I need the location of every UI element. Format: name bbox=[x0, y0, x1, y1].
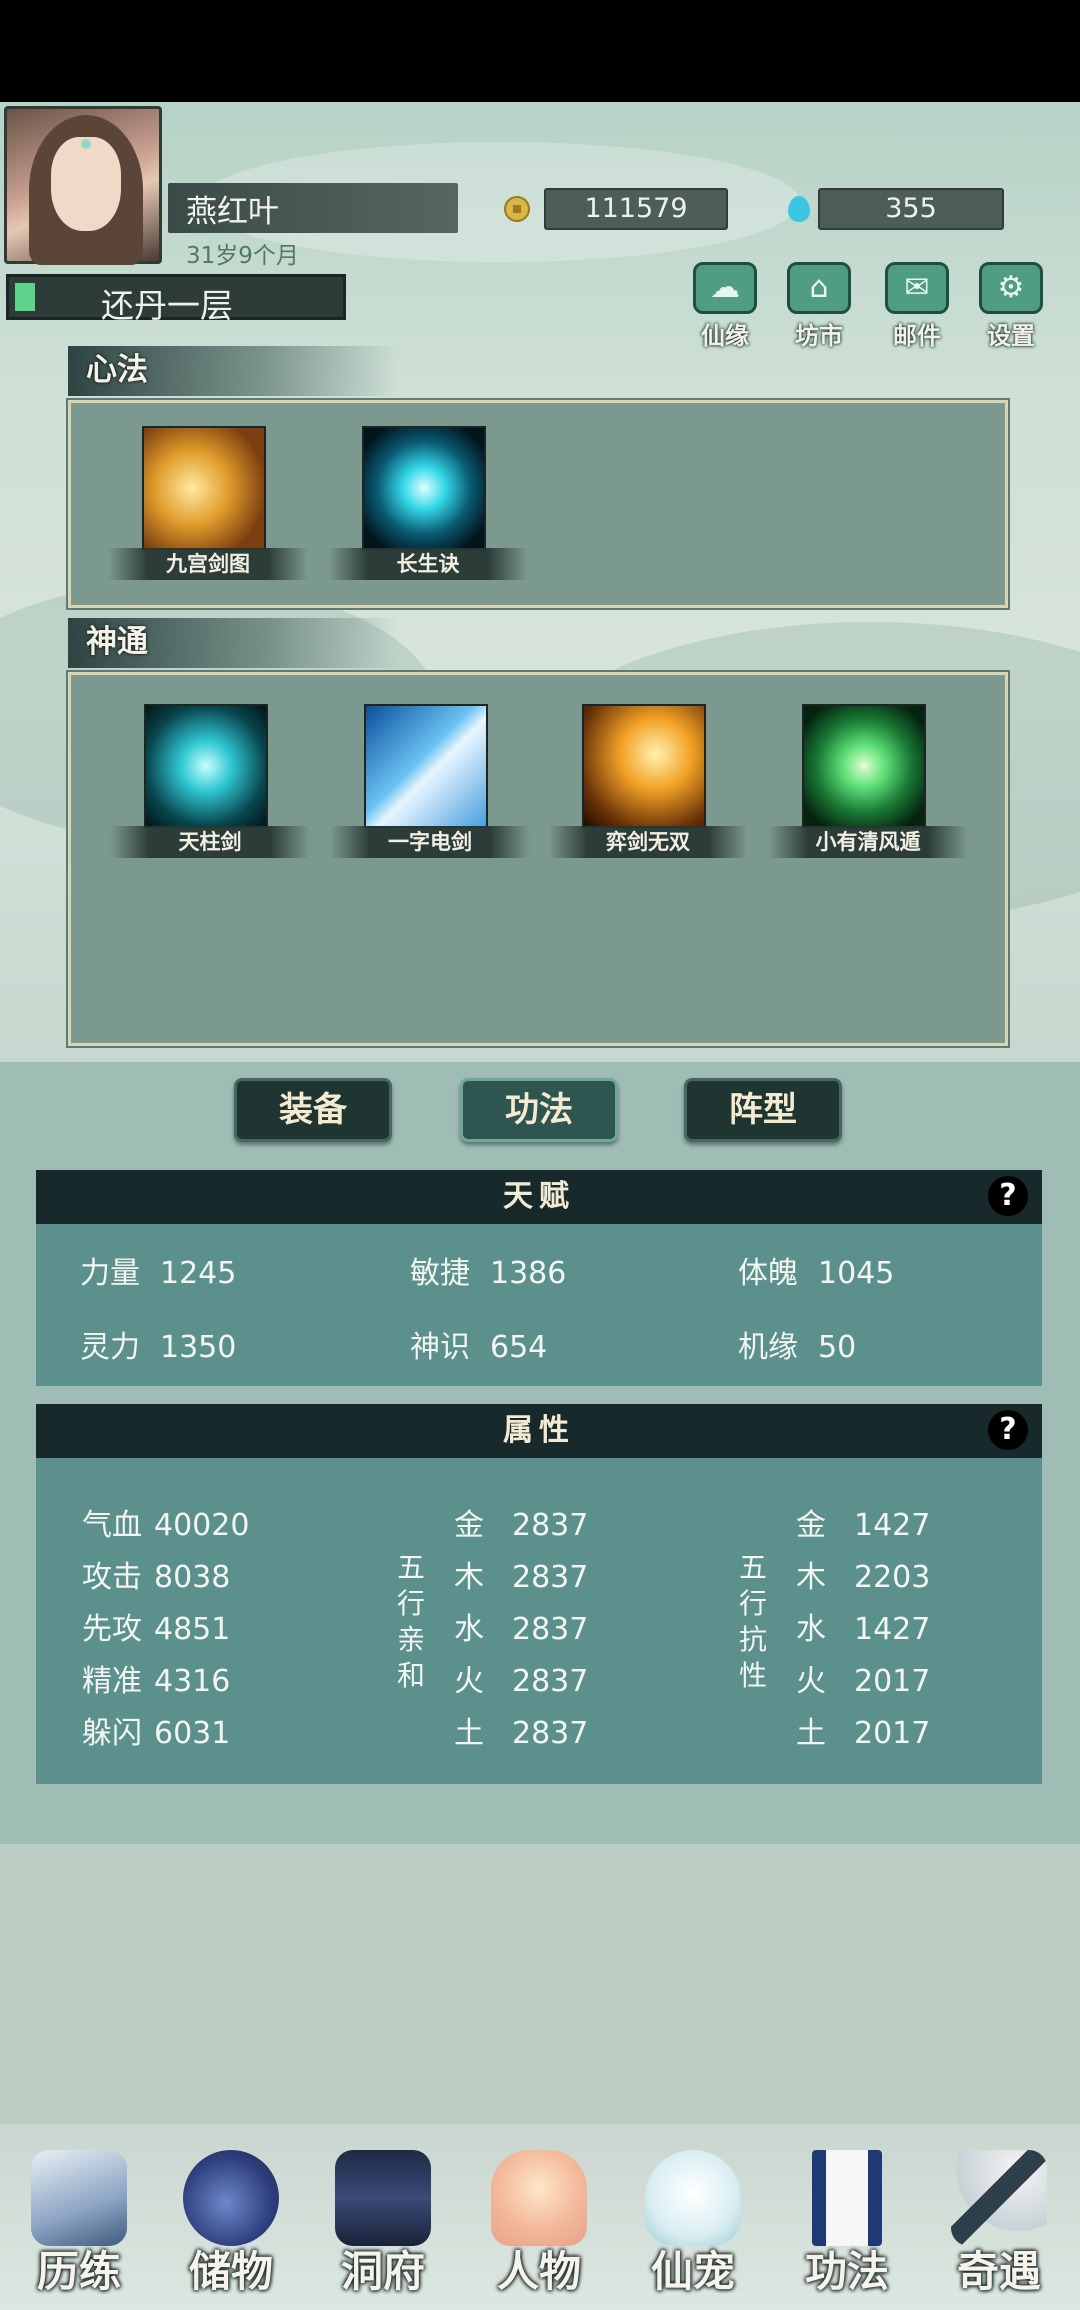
attributes-title: 属性 bbox=[36, 1404, 1042, 1458]
nav-pet[interactable]: 仙宠 bbox=[618, 2150, 768, 2300]
affinity-fire: 火 2837 bbox=[454, 1664, 589, 1699]
talent-title: 天赋 bbox=[36, 1170, 1042, 1224]
pavilion-icon bbox=[335, 2150, 431, 2246]
shentong-skill-4[interactable]: 小有清风遁 bbox=[768, 704, 968, 858]
resist-metal: 金 1427 bbox=[796, 1508, 931, 1543]
talent-panel: 天赋 ? 力量 1245 敏捷 1386 体魄 1045 灵力 1350 神识 654 机… bbox=[36, 1170, 1042, 1386]
skill-name: 长生诀 bbox=[328, 548, 528, 580]
menu-fangshi-label: 坊市 bbox=[795, 322, 843, 350]
player-age: 31岁9个月 bbox=[186, 243, 299, 269]
character-icon bbox=[491, 2150, 587, 2246]
mail-icon: ✉ bbox=[885, 262, 949, 314]
orb-skill-icon bbox=[362, 426, 486, 550]
nav-techniques[interactable]: 功法 bbox=[772, 2150, 922, 2300]
resist-fire: 火 2017 bbox=[796, 1664, 931, 1699]
nav-character[interactable]: 人物 bbox=[464, 2150, 614, 2300]
skill-name: 九宫剑图 bbox=[108, 548, 308, 580]
affinity-metal: 金 2837 bbox=[454, 1508, 589, 1543]
market-icon: ⌂ bbox=[787, 262, 851, 314]
gear-icon: ⚙ bbox=[979, 262, 1043, 314]
menu-mail-label: 邮件 bbox=[893, 322, 941, 350]
attr-attack: 攻击 8038 bbox=[82, 1560, 231, 1595]
affinity-earth: 土 2837 bbox=[454, 1716, 589, 1751]
ghost-pet-icon bbox=[645, 2150, 741, 2246]
attr-accuracy: 精准 4316 bbox=[82, 1664, 231, 1699]
nav-techniques-label: 功法 bbox=[804, 2247, 889, 2296]
menu-xianyuan-label: 仙缘 bbox=[701, 322, 749, 350]
attr-initiative: 先攻 4851 bbox=[82, 1612, 231, 1647]
menu-mail[interactable]: ✉ 邮件 bbox=[876, 262, 958, 352]
shentong-skill-3[interactable]: 弈剑无双 bbox=[548, 704, 748, 858]
nav-training[interactable]: 历练 bbox=[4, 2150, 154, 2300]
skill-name: 一字电剑 bbox=[330, 826, 530, 858]
nav-storage-label: 储物 bbox=[188, 2247, 273, 2296]
nav-cave[interactable]: 洞府 bbox=[308, 2150, 458, 2300]
affinity-water: 水 2837 bbox=[454, 1612, 589, 1647]
stat-agility: 敏捷 1386 bbox=[410, 1256, 567, 1291]
nav-storage[interactable]: 储物 bbox=[156, 2150, 306, 2300]
resist-earth: 土 2017 bbox=[796, 1716, 931, 1751]
scroll-icon bbox=[812, 2150, 882, 2246]
menu-settings-label: 设置 bbox=[987, 322, 1035, 350]
brush-icon bbox=[951, 2150, 1047, 2246]
skill-name: 天柱剑 bbox=[110, 826, 310, 858]
stat-perception: 神识 654 bbox=[410, 1330, 548, 1365]
status-bar bbox=[0, 0, 1080, 102]
menu-settings[interactable]: ⚙ 设置 bbox=[970, 262, 1052, 352]
nav-cave-label: 洞府 bbox=[340, 2247, 425, 2296]
xinfa-skill-1[interactable]: 九宫剑图 bbox=[108, 426, 308, 580]
xinfa-title: 心法 bbox=[68, 346, 398, 396]
stat-physique: 体魄 1045 bbox=[738, 1256, 895, 1291]
nav-adventure[interactable]: 奇遇 bbox=[924, 2150, 1074, 2300]
mountain-icon bbox=[31, 2150, 127, 2246]
flying-swords-icon bbox=[582, 704, 706, 828]
tab-skills[interactable]: 功法 bbox=[460, 1078, 618, 1142]
spirit-stone-icon bbox=[788, 196, 810, 222]
skill-name: 弈剑无双 bbox=[548, 826, 748, 858]
gem-amount: 355 bbox=[818, 188, 1004, 230]
pillar-sword-icon bbox=[144, 704, 268, 828]
realm-bar: 还丹一层 bbox=[6, 274, 346, 325]
attr-evasion: 躲闪 6031 bbox=[82, 1716, 231, 1751]
sword-skill-icon bbox=[142, 426, 266, 550]
lightning-sword-icon bbox=[364, 704, 488, 828]
shentong-title: 神通 bbox=[68, 618, 398, 668]
talent-help-icon[interactable]: ? bbox=[988, 1176, 1028, 1216]
stat-strength: 力量 1245 bbox=[80, 1256, 237, 1291]
shentong-skill-2[interactable]: 一字电剑 bbox=[330, 704, 530, 858]
nav-adventure-label: 奇遇 bbox=[956, 2247, 1041, 2296]
attr-hp: 气血 40020 bbox=[82, 1508, 250, 1543]
resist-water: 水 1427 bbox=[796, 1612, 931, 1647]
tab-formation[interactable]: 阵型 bbox=[684, 1078, 842, 1142]
skill-name: 小有清风遁 bbox=[768, 826, 968, 858]
coin-amount: 111579 bbox=[544, 188, 728, 230]
nav-pet-label: 仙宠 bbox=[650, 2247, 735, 2296]
attributes-panel: 属性 ? 气血 40020 攻击 8038 先攻 4851 精准 4316 躲闪 6031… bbox=[36, 1404, 1042, 1784]
avatar[interactable] bbox=[4, 106, 162, 265]
shentong-skill-1[interactable]: 天柱剑 bbox=[110, 704, 310, 858]
realm-progress-fill bbox=[15, 283, 35, 311]
resist-label: 五 行 抗 性 bbox=[738, 1551, 767, 1692]
nav-training-label: 历练 bbox=[36, 2247, 121, 2296]
affinity-wood: 木 2837 bbox=[454, 1560, 589, 1595]
tab-equipment[interactable]: 装备 bbox=[234, 1078, 392, 1142]
xinfa-skill-2[interactable]: 长生诀 bbox=[328, 426, 528, 580]
resist-wood: 木 2203 bbox=[796, 1560, 931, 1595]
stat-spirit: 灵力 1350 bbox=[80, 1330, 237, 1365]
menu-xianyuan[interactable]: ☁ 仙缘 bbox=[684, 262, 766, 352]
realm-label: 还丹一层 bbox=[101, 286, 233, 325]
pouch-icon bbox=[183, 2150, 279, 2246]
player-name: 燕红叶 bbox=[186, 194, 279, 230]
coin-icon bbox=[504, 196, 530, 222]
menu-fangshi[interactable]: ⌂ 坊市 bbox=[778, 262, 860, 352]
attributes-help-icon[interactable]: ? bbox=[988, 1410, 1028, 1450]
cloud-icon: ☁ bbox=[693, 262, 757, 314]
stat-fortune: 机缘 50 bbox=[738, 1330, 857, 1365]
affinity-label: 五 行 亲 和 bbox=[396, 1551, 425, 1692]
wind-escape-icon bbox=[802, 704, 926, 828]
nav-character-label: 人物 bbox=[496, 2247, 581, 2296]
